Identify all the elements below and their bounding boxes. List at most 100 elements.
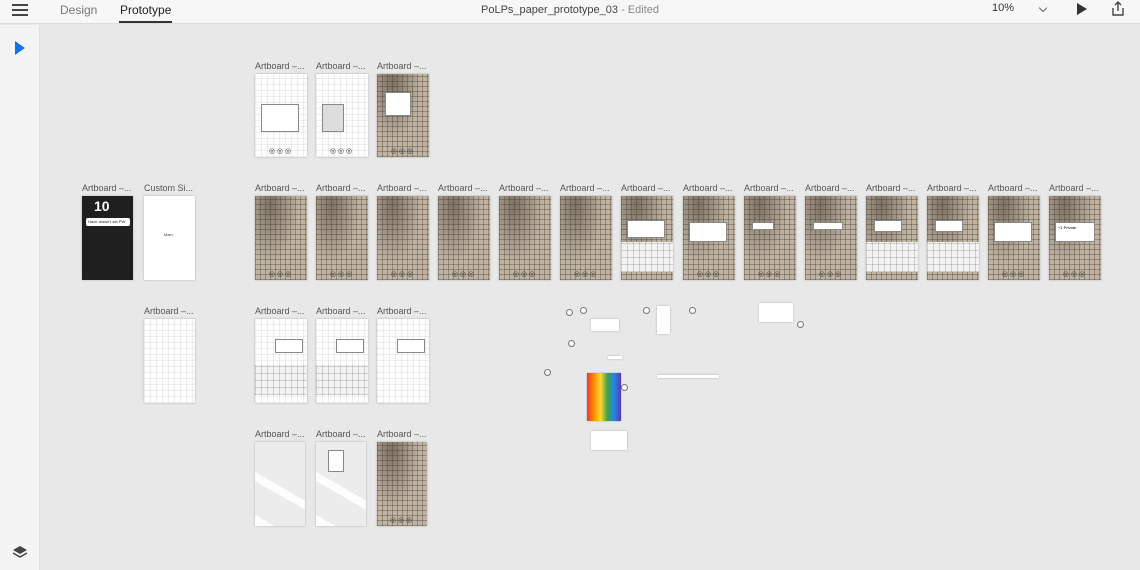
artboard[interactable]: Artboard –... 10 Have doesn't set PW	[82, 183, 133, 280]
artboard-label: Artboard –...	[988, 183, 1038, 193]
artboard-frame[interactable]: ◎◎◎	[255, 196, 307, 280]
loose-element[interactable]	[591, 431, 627, 450]
pin-prompt: Have doesn't set PW	[86, 218, 130, 226]
artboard-frame[interactable]: ◎◎◎	[255, 74, 307, 157]
loose-element[interactable]	[759, 303, 793, 322]
artboard[interactable]: Artboard –...	[377, 306, 429, 403]
artboard-frame[interactable]: +1 Private ◎◎◎	[1049, 196, 1101, 280]
artboard-frame[interactable]	[316, 442, 366, 526]
artboard-label: Artboard –...	[255, 429, 305, 439]
artboard[interactable]: Artboard –...	[316, 429, 366, 526]
artboard-label: Artboard –...	[255, 61, 305, 71]
artboard-label: Artboard –...	[560, 183, 610, 193]
zoom-dropdown[interactable]: 10%	[988, 0, 1052, 20]
pointer-arrow-icon[interactable]	[14, 41, 26, 55]
artboard-label: Artboard –...	[1049, 183, 1099, 193]
document-name: PoLPs_paper_prototype_03	[481, 4, 619, 16]
artboard[interactable]: Artboard –... ◎◎◎	[988, 183, 1040, 280]
artboard[interactable]: Artboard –... ◎◎◎	[316, 61, 368, 157]
artboard[interactable]: Artboard –... ◎◎◎	[744, 183, 796, 280]
artboard-frame[interactable]	[255, 319, 307, 403]
artboard-frame[interactable]: ◎◎◎	[377, 74, 429, 157]
document-title: PoLPs_paper_prototype_03 - Edited	[0, 4, 1140, 16]
artboard-label: Artboard –...	[316, 306, 366, 316]
circle-icon	[621, 384, 628, 391]
artboard-label: Artboard –...	[316, 429, 366, 439]
artboard-frame[interactable]: ◎◎◎	[377, 442, 427, 526]
artboard[interactable]: Artboard –... +1 Private ◎◎◎	[1049, 183, 1101, 280]
loose-element[interactable]	[591, 319, 619, 331]
artboard[interactable]: Artboard –...	[927, 183, 979, 280]
artboard[interactable]: Artboard –... ◎◎◎	[377, 183, 429, 280]
artboard-frame[interactable]: Main	[144, 196, 195, 280]
private-card: +1 Private	[1055, 222, 1095, 242]
artboard-label: Artboard –...	[144, 306, 194, 316]
artboard-label: Artboard –...	[377, 306, 427, 316]
share-icon[interactable]	[1110, 1, 1126, 17]
artboard-frame[interactable]	[316, 319, 368, 403]
lock-time: 10	[94, 198, 110, 214]
artboard[interactable]: Artboard –... ◎◎◎	[683, 183, 735, 280]
artboard-label: Artboard –...	[927, 183, 977, 193]
artboard-frame[interactable]	[144, 319, 195, 403]
artboard[interactable]: Artboard –...	[316, 306, 368, 403]
loose-element[interactable]	[608, 356, 622, 359]
artboard[interactable]: Artboard –... ◎◎◎	[316, 183, 368, 280]
artboard-frame[interactable]: ◎◎◎	[438, 196, 490, 280]
artboard-frame[interactable]: ◎◎◎	[560, 196, 612, 280]
design-canvas[interactable]: Artboard –... ◎◎◎ Artboard –... ◎◎◎ Artb…	[40, 25, 1140, 570]
artboard-frame[interactable]: ◎◎◎	[805, 196, 857, 280]
artboard-frame[interactable]: ◎◎◎	[377, 196, 429, 280]
artboard-custom-size[interactable]: Custom Si... Main	[144, 183, 195, 280]
top-bar: Design Prototype PoLPs_paper_prototype_0…	[0, 0, 1140, 24]
artboard[interactable]: Artboard –... ◎◎◎	[560, 183, 612, 280]
circle-icon	[566, 309, 573, 316]
artboard[interactable]: Artboard –...	[621, 183, 673, 280]
artboard-label: Custom Si...	[144, 183, 194, 193]
document-status: - Edited	[618, 4, 659, 16]
artboard-frame[interactable]: 10 Have doesn't set PW	[82, 196, 133, 280]
circle-icon	[544, 369, 551, 376]
artboard[interactable]: Artboard –...	[255, 429, 305, 526]
artboard[interactable]: Artboard –... ◎◎◎	[438, 183, 490, 280]
artboard-frame[interactable]	[377, 319, 429, 403]
artboard-label: Artboard –...	[255, 183, 305, 193]
artboard-frame[interactable]: ◎◎◎	[744, 196, 796, 280]
artboard-label: Artboard –...	[683, 183, 733, 193]
circle-icon	[568, 340, 575, 347]
artboard-label: Artboard –...	[621, 183, 671, 193]
artboard[interactable]: Artboard –... ◎◎◎	[377, 429, 427, 526]
artboard[interactable]: Artboard –... ◎◎◎	[805, 183, 857, 280]
artboard-label: Artboard –...	[377, 183, 427, 193]
artboard-label: Artboard –...	[316, 61, 366, 71]
loose-element[interactable]	[657, 306, 670, 334]
artboard-frame[interactable]: ◎◎◎	[683, 196, 735, 280]
artboard-label: Artboard –...	[82, 183, 132, 193]
artboard-frame[interactable]	[927, 196, 979, 280]
artboard[interactable]: Artboard –...	[255, 306, 307, 403]
circle-icon	[643, 307, 650, 314]
zoom-value: 10%	[992, 2, 1015, 14]
loose-element[interactable]	[657, 375, 719, 378]
left-toolbar	[0, 25, 40, 570]
artboard[interactable]: Artboard –... ◎◎◎	[255, 183, 307, 280]
play-icon[interactable]	[1074, 2, 1088, 16]
artboard-frame[interactable]: ◎◎◎	[988, 196, 1040, 280]
artboard-label: Artboard –...	[499, 183, 549, 193]
artboard-frame[interactable]: ◎◎◎	[316, 196, 368, 280]
artboard-frame[interactable]	[621, 196, 673, 280]
artboard-frame[interactable]	[255, 442, 305, 526]
layers-icon[interactable]	[12, 544, 28, 560]
chevron-down-icon	[1038, 3, 1048, 13]
artboard-frame[interactable]: ◎◎◎	[316, 74, 368, 157]
artboard[interactable]: Artboard –... ◎◎◎	[255, 61, 307, 157]
artboard-frame[interactable]	[866, 196, 918, 280]
artboard-frame[interactable]: ◎◎◎	[499, 196, 551, 280]
color-palette[interactable]	[587, 373, 621, 421]
artboard-label: Artboard –...	[377, 429, 427, 439]
artboard[interactable]: Artboard –...	[866, 183, 918, 280]
artboard[interactable]: Artboard –... ◎◎◎	[499, 183, 551, 280]
artboard[interactable]: Artboard –... ◎◎◎	[377, 61, 429, 157]
artboard-label: Artboard –...	[316, 183, 366, 193]
artboard[interactable]: Artboard –...	[144, 306, 195, 403]
